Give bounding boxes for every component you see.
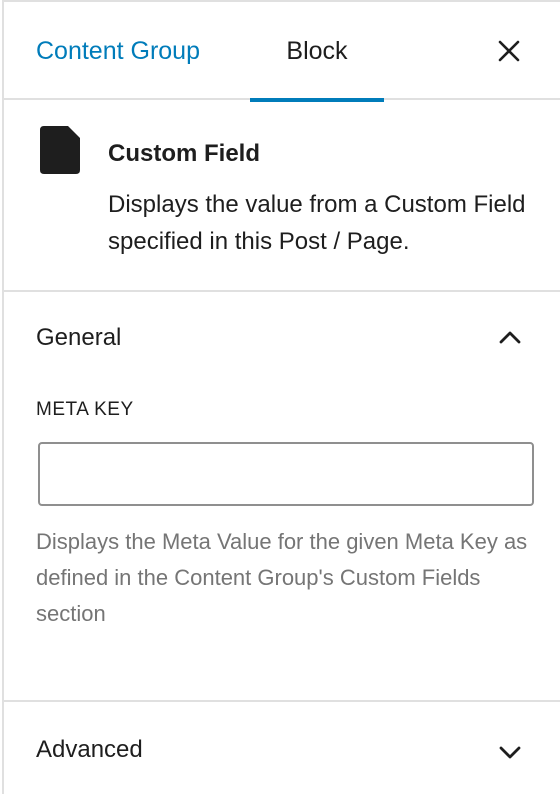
tab-block[interactable]: Block [250, 2, 384, 102]
chevron-down-icon [499, 746, 521, 759]
block-settings-sidebar: Content Group Block Custom Field Display… [2, 0, 560, 794]
close-icon [498, 40, 520, 62]
close-button[interactable] [490, 32, 528, 70]
tab-content-group[interactable]: Content Group [36, 2, 200, 100]
advanced-panel: Advanced [4, 702, 560, 794]
chevron-up-icon [499, 331, 521, 344]
meta-key-help: Displays the Meta Value for the given Me… [36, 529, 528, 626]
document-icon [40, 126, 80, 174]
sidebar-tabs: Content Group Block [4, 2, 560, 102]
advanced-panel-title: Advanced [36, 736, 143, 763]
block-title: Custom Field [108, 140, 261, 167]
advanced-panel-toggle[interactable]: Advanced [4, 702, 560, 794]
block-description: Displays the value from a Custom Field s… [108, 191, 526, 255]
general-panel: General META KEY Displays the Meta Value… [4, 292, 560, 702]
meta-key-input[interactable] [38, 442, 534, 506]
general-panel-title: General [36, 324, 122, 351]
block-card: Custom Field Displays the value from a C… [4, 100, 560, 292]
meta-key-label: META KEY [36, 399, 134, 420]
general-panel-toggle[interactable]: General [4, 292, 560, 388]
